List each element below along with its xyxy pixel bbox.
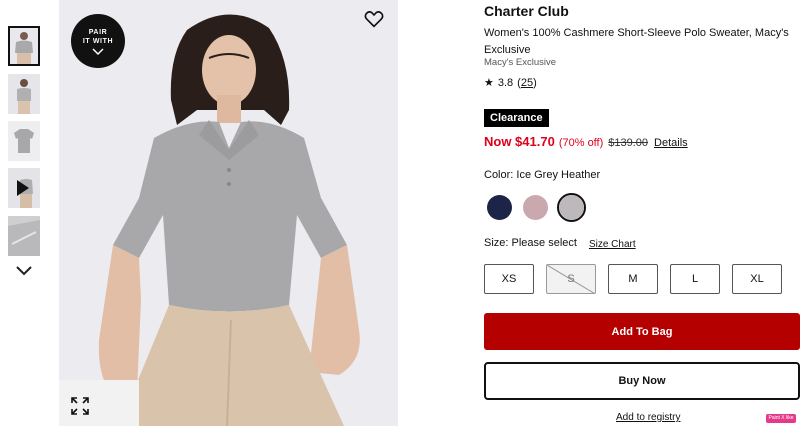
percent-off: (70% off) xyxy=(558,137,604,149)
swatch-ice-grey-heather[interactable] xyxy=(559,195,584,220)
price-details-link[interactable]: Details xyxy=(654,137,688,149)
main-product-image[interactable]: PAIR IT WITH xyxy=(59,0,398,426)
size-label: Size: Please select xyxy=(484,237,577,249)
review-count[interactable]: 25 xyxy=(521,77,533,89)
play-icon xyxy=(17,180,29,196)
expand-icon[interactable] xyxy=(71,397,89,415)
flat-sweater-image xyxy=(8,121,40,161)
original-price: $139.00 xyxy=(608,137,649,149)
exclusive-label: Macy's Exclusive xyxy=(484,57,557,68)
add-to-bag-button[interactable]: Add To Bag xyxy=(484,313,800,350)
heart-icon[interactable] xyxy=(364,10,384,28)
star-icon: ★ xyxy=(484,77,494,89)
pair-badge-line2: IT WITH xyxy=(82,38,114,45)
size-option-xl[interactable]: XL xyxy=(732,264,782,294)
price-row: Now $41.70 (70% off) $139.00 Details xyxy=(484,134,688,149)
product-title: Women's 100% Cashmere Short-Sleeve Polo … xyxy=(484,27,789,56)
thumbnail-3[interactable] xyxy=(8,121,40,161)
size-chart-link[interactable]: Size Chart xyxy=(589,237,636,252)
size-option-l[interactable]: L xyxy=(670,264,720,294)
size-row: Size: Please select Size Chart xyxy=(484,237,636,252)
color-label: Color: Ice Grey Heather xyxy=(484,169,601,181)
brand-name[interactable]: Charter Club xyxy=(484,3,569,19)
size-option-s[interactable]: S xyxy=(546,264,596,294)
rating[interactable]: ★ 3.8 (25) xyxy=(484,76,537,90)
model-side-image xyxy=(8,74,40,114)
thumbnail-rail xyxy=(0,0,50,426)
chevron-down-icon xyxy=(92,48,104,56)
pair-badge-line1: PAIR xyxy=(88,29,108,36)
thumbnail-2[interactable] xyxy=(8,74,40,114)
buy-now-button[interactable]: Buy Now xyxy=(484,362,800,400)
fabric-detail-image xyxy=(8,216,40,256)
add-to-registry-link[interactable]: Add to registry xyxy=(616,412,680,423)
swatch-navy[interactable] xyxy=(487,195,512,220)
rating-value: 3.8 xyxy=(497,76,514,89)
size-option-m[interactable]: M xyxy=(608,264,658,294)
model-front-image xyxy=(10,28,38,64)
sale-price: Now $41.70 xyxy=(484,134,555,149)
size-option-s-label: S xyxy=(567,273,575,285)
clearance-badge: Clearance xyxy=(484,109,549,127)
chevron-down-icon[interactable] xyxy=(14,262,34,280)
size-option-xs[interactable]: XS xyxy=(484,264,534,294)
pair-it-with-button[interactable]: PAIR IT WITH xyxy=(71,14,125,68)
thumbnail-video[interactable] xyxy=(8,168,40,208)
thumbnail-5[interactable] xyxy=(8,216,40,256)
swatch-pink-heather[interactable] xyxy=(523,195,548,220)
thumbnail-1[interactable] xyxy=(8,26,40,66)
extension-badge[interactable]: Paint X like xyxy=(766,414,796,423)
